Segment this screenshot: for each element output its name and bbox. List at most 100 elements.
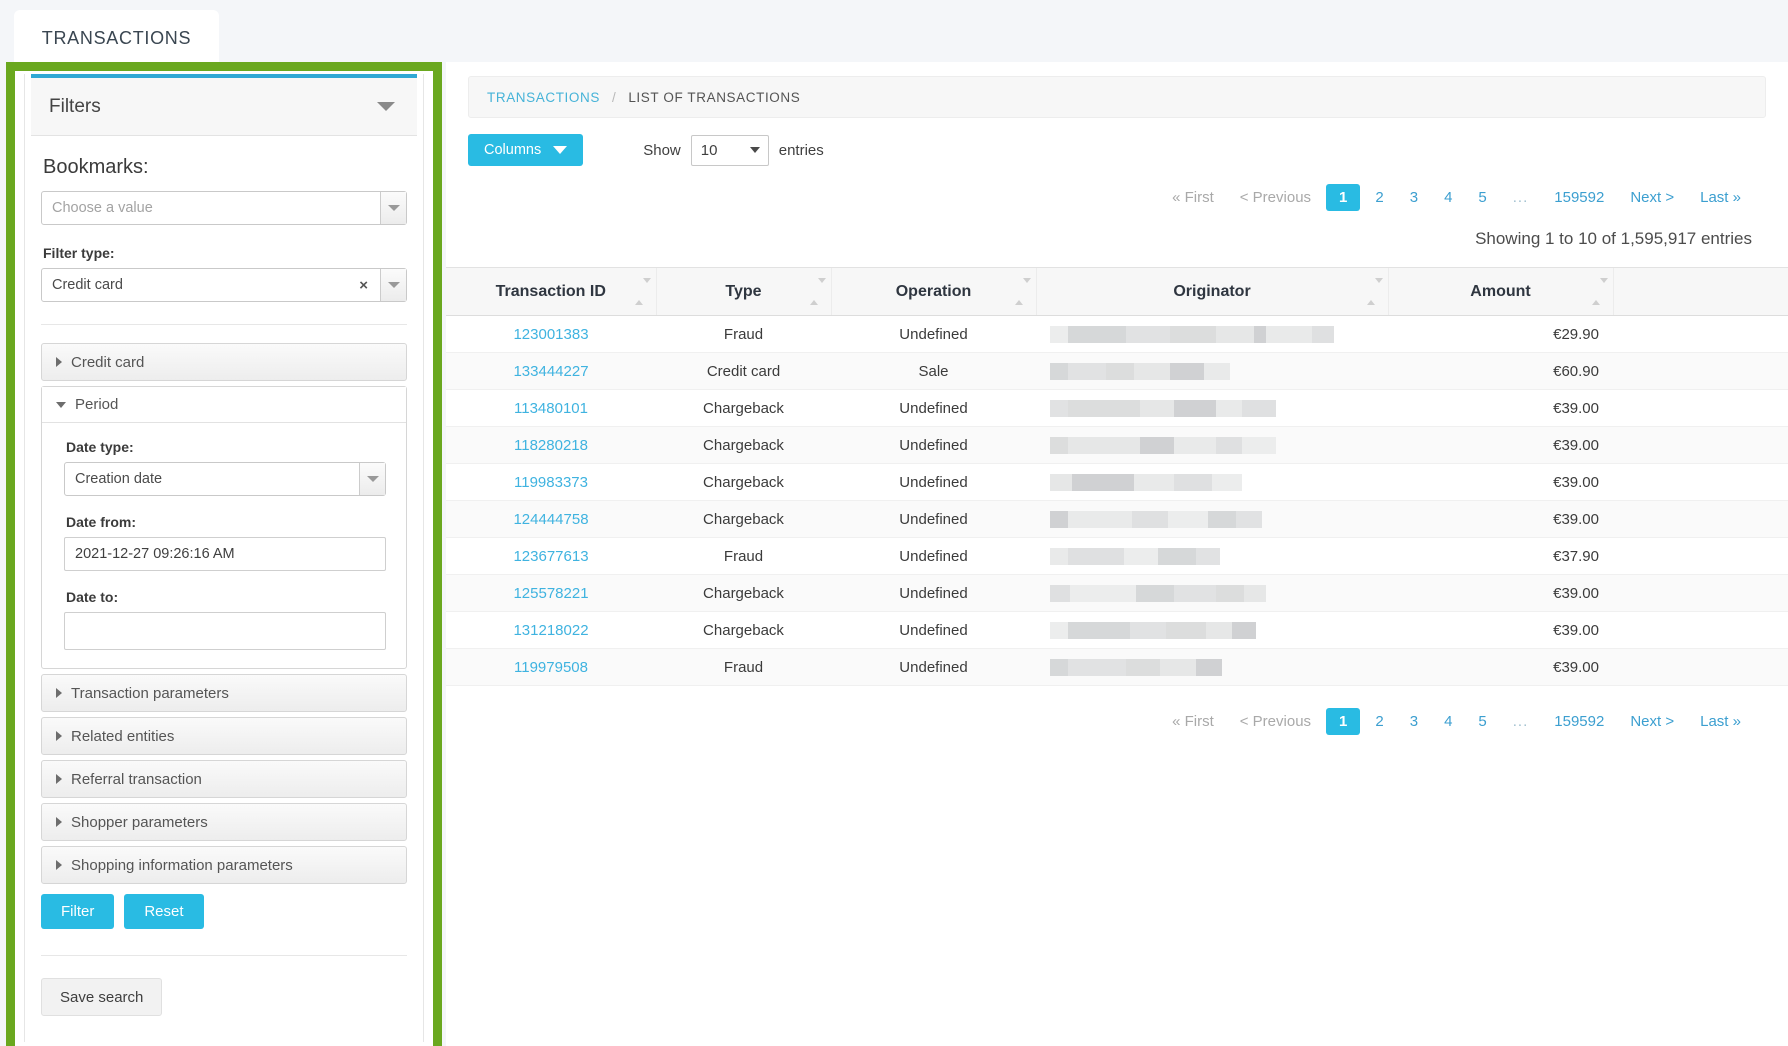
accordion-credit-card[interactable]: Credit card: [41, 343, 407, 381]
accordion-related-entities-head[interactable]: Related entities: [42, 718, 406, 754]
cell-operation: Undefined: [831, 464, 1036, 501]
cell-transaction-id: 131218022: [446, 612, 656, 649]
pagination-page-2[interactable]: 2: [1364, 709, 1394, 734]
page-size-select[interactable]: 10: [691, 135, 769, 166]
transaction-id-link[interactable]: 123001383: [513, 326, 588, 343]
cell-amount: €29.90: [1388, 316, 1613, 353]
transaction-id-link[interactable]: 118280218: [514, 437, 588, 454]
filters-title: Filters: [49, 96, 101, 118]
filters-header[interactable]: Filters: [31, 78, 417, 136]
cell-amount: €39.00: [1388, 649, 1613, 686]
pagination-page-5[interactable]: 5: [1467, 709, 1497, 734]
pagination-page-3[interactable]: 3: [1399, 185, 1429, 210]
pagination-last[interactable]: Last »: [1689, 185, 1752, 210]
column-header-amount-label: Amount: [1470, 283, 1530, 301]
transaction-id-link[interactable]: 124444758: [513, 511, 588, 528]
triangle-right-icon: [56, 357, 62, 367]
transaction-id-link[interactable]: 119979508: [514, 659, 588, 676]
chevron-down-icon: [553, 146, 567, 154]
date-to-input[interactable]: [64, 612, 386, 650]
filter-button[interactable]: Filter: [41, 894, 114, 929]
triangle-right-icon: [56, 731, 62, 741]
table-row: 124444758ChargebackUndefined€39.00: [446, 501, 1788, 538]
pagination-previous[interactable]: < Previous: [1229, 185, 1322, 210]
column-header-operation[interactable]: Operation: [831, 268, 1036, 316]
sort-icon[interactable]: [635, 283, 644, 301]
column-header-actions: [1613, 268, 1788, 316]
accordion-related-entities[interactable]: Related entities: [41, 717, 407, 755]
column-header-amount[interactable]: Amount: [1388, 268, 1613, 316]
transaction-id-link[interactable]: 113480101: [514, 400, 588, 417]
accordion-transaction-parameters[interactable]: Transaction parameters: [41, 674, 407, 712]
accordion-referral-transaction-head[interactable]: Referral transaction: [42, 761, 406, 797]
pagination-last[interactable]: Last »: [1689, 709, 1752, 734]
breadcrumb: TRANSACTIONS / LIST OF TRANSACTIONS: [468, 76, 1766, 118]
pagination-page-3[interactable]: 3: [1399, 709, 1429, 734]
transaction-id-link[interactable]: 123677613: [513, 548, 588, 565]
date-from-input[interactable]: 2021-12-27 09:26:16 AM: [64, 537, 386, 571]
pagination-page-4[interactable]: 4: [1433, 185, 1463, 210]
pagination-next[interactable]: Next >: [1619, 185, 1685, 210]
cell-operation: Sale: [831, 353, 1036, 390]
bookmarks-select[interactable]: Choose a value: [41, 191, 407, 225]
transaction-id-link[interactable]: 119983373: [514, 474, 588, 491]
pagination-page-5[interactable]: 5: [1467, 185, 1497, 210]
bookmarks-dropdown-arrow-icon[interactable]: [380, 192, 406, 224]
tab-transactions[interactable]: TRANSACTIONS: [14, 10, 219, 66]
cell-type: Chargeback: [656, 501, 831, 538]
redacted-originator: [1050, 474, 1242, 491]
accordion-related-entities-label: Related entities: [71, 728, 174, 745]
breadcrumb-root[interactable]: TRANSACTIONS: [487, 90, 600, 105]
accordion-transaction-parameters-head[interactable]: Transaction parameters: [42, 675, 406, 711]
filter-type-dropdown-arrow-icon[interactable]: [380, 269, 406, 301]
sort-icon[interactable]: [1015, 283, 1024, 301]
reset-button[interactable]: Reset: [124, 894, 203, 929]
date-type-select[interactable]: Creation date: [64, 462, 386, 496]
pagination-previous[interactable]: < Previous: [1229, 709, 1322, 734]
accordion-shopping-information-parameters[interactable]: Shopping information parameters: [41, 846, 407, 884]
pagination-last-page[interactable]: 159592: [1543, 709, 1615, 734]
accordion-period-head[interactable]: Period: [42, 387, 406, 423]
save-search-button[interactable]: Save search: [41, 978, 162, 1016]
accordion-shopper-parameters-head[interactable]: Shopper parameters: [42, 804, 406, 840]
cell-transaction-id: 123677613: [446, 538, 656, 575]
date-to-label: Date to:: [66, 589, 386, 605]
chevron-down-icon[interactable]: [377, 102, 395, 111]
sort-icon[interactable]: [1367, 283, 1376, 301]
cell-operation: Undefined: [831, 649, 1036, 686]
page-size-value: 10: [701, 142, 718, 159]
columns-button[interactable]: Columns: [468, 134, 583, 166]
pagination-page-1[interactable]: 1: [1326, 708, 1360, 735]
pagination-bottom: « First < Previous 1 2 3 4 5 ... 159592 …: [446, 708, 1788, 735]
clear-icon[interactable]: ×: [353, 269, 380, 301]
triangle-right-icon: [56, 774, 62, 784]
accordion-credit-card-head[interactable]: Credit card: [42, 344, 406, 380]
pagination-next[interactable]: Next >: [1619, 709, 1685, 734]
cell-amount: €39.00: [1388, 427, 1613, 464]
accordion-referral-transaction[interactable]: Referral transaction: [41, 760, 407, 798]
panel-divider: [41, 324, 407, 325]
column-header-transaction-id[interactable]: Transaction ID: [446, 268, 656, 316]
pagination-page-4[interactable]: 4: [1433, 709, 1463, 734]
date-type-dropdown-arrow-icon[interactable]: [359, 463, 385, 495]
accordion-shopper-parameters[interactable]: Shopper parameters: [41, 803, 407, 841]
cell-actions: [1613, 575, 1788, 612]
column-header-type[interactable]: Type: [656, 268, 831, 316]
pagination-first[interactable]: « First: [1161, 709, 1225, 734]
pagination-page-2[interactable]: 2: [1364, 185, 1394, 210]
transaction-id-link[interactable]: 125578221: [513, 585, 588, 602]
redacted-originator: [1050, 363, 1230, 380]
column-header-originator[interactable]: Originator: [1036, 268, 1388, 316]
cell-originator: [1036, 501, 1388, 538]
sort-icon[interactable]: [810, 283, 819, 301]
transaction-id-link[interactable]: 133444227: [513, 363, 588, 380]
pagination-last-page[interactable]: 159592: [1543, 185, 1615, 210]
entries-label: entries: [779, 142, 824, 159]
transaction-id-link[interactable]: 131218022: [513, 622, 588, 639]
pagination-first[interactable]: « First: [1161, 185, 1225, 210]
cell-type: Fraud: [656, 316, 831, 353]
filter-type-select[interactable]: Credit card ×: [41, 268, 407, 302]
pagination-page-1[interactable]: 1: [1326, 184, 1360, 211]
accordion-shopping-information-parameters-head[interactable]: Shopping information parameters: [42, 847, 406, 883]
sort-icon[interactable]: [1592, 283, 1601, 301]
